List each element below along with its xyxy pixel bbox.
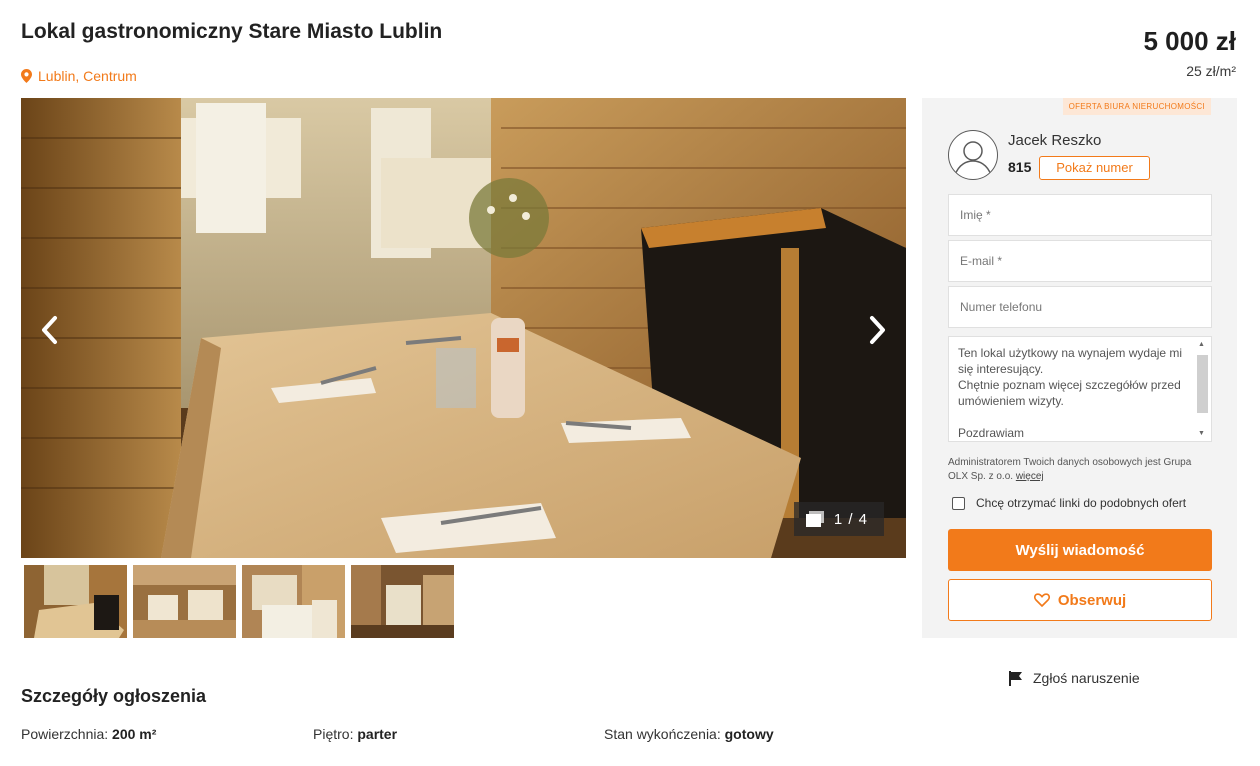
price-per-m2: 25 zł/m²	[1186, 63, 1236, 79]
chevron-right-icon	[870, 316, 885, 344]
heart-icon	[1033, 593, 1050, 607]
message-text: Ten lokal użytkowy na wynajem wydaje mi …	[958, 346, 1183, 440]
photo-counter-text: 1 / 4	[833, 510, 868, 528]
user-icon	[954, 141, 992, 176]
avatar	[948, 130, 998, 180]
flag-icon	[1009, 670, 1022, 686]
detail-area: Powierzchnia: 200 m²	[21, 726, 156, 742]
photo-gallery[interactable]: 1 / 4	[21, 98, 906, 558]
similar-offers-option[interactable]: Chcę otrzymać linki do podobnych ofert	[952, 496, 1186, 510]
thumbnail-3[interactable]	[242, 565, 345, 638]
follow-label: Obserwuj	[1057, 591, 1127, 609]
scroll-up-icon[interactable]: ▲	[1198, 341, 1205, 348]
finish-value: gotowy	[724, 726, 774, 742]
send-message-button[interactable]: Wyślij wiadomość	[948, 529, 1212, 571]
location-text: Lublin, Centrum	[38, 68, 137, 84]
privacy-notice: Administratorem Twoich danych osobowych …	[948, 456, 1214, 484]
photos-icon	[805, 511, 824, 527]
message-textarea[interactable]: Ten lokal użytkowy na wynajem wydaje mi …	[948, 336, 1212, 442]
show-number-button[interactable]: Pokaż numer	[1039, 156, 1150, 180]
agent-phone-prefix: 815	[1008, 159, 1032, 175]
finish-label: Stan wykończenia:	[604, 726, 721, 742]
price: 5 000 zł	[1143, 26, 1236, 56]
similar-offers-checkbox[interactable]	[952, 496, 965, 510]
thumbnail-2[interactable]	[133, 565, 236, 638]
detail-floor: Piętro: parter	[313, 726, 397, 742]
thumbnail-4[interactable]	[351, 565, 454, 638]
contact-panel: OFERTA BIURA NIERUCHOMOŚCI Jacek Reszko …	[922, 98, 1237, 638]
report-violation-link[interactable]: Zgłoś naruszenie	[1009, 670, 1140, 686]
similar-offers-label: Chcę otrzymać linki do podobnych ofert	[976, 496, 1187, 510]
thumbnail-strip	[24, 565, 454, 638]
main-photo	[21, 98, 906, 558]
next-photo-button[interactable]	[858, 310, 898, 350]
report-label: Zgłoś naruszenie	[1033, 670, 1140, 686]
follow-button[interactable]: Obserwuj	[948, 579, 1212, 621]
details-heading: Szczegóły ogłoszenia	[21, 686, 207, 706]
email-field[interactable]: E-mail *	[948, 240, 1212, 282]
listing-title: Lokal gastronomiczny Stare Miasto Lublin	[21, 20, 443, 43]
photo-counter: 1 / 4	[793, 502, 884, 536]
privacy-more-link[interactable]: więcej	[1016, 471, 1044, 482]
scrollbar-thumb[interactable]	[1197, 355, 1208, 413]
floor-label: Piętro:	[313, 726, 354, 742]
privacy-text: Administratorem Twoich danych osobowych …	[948, 457, 1192, 482]
area-value: 200 m²	[112, 726, 157, 742]
listing-location[interactable]: Lublin, Centrum	[21, 68, 137, 84]
agent-name[interactable]: Jacek Reszko	[1008, 132, 1101, 149]
detail-finish: Stan wykończenia: gotowy	[604, 726, 774, 742]
agency-offer-badge: OFERTA BIURA NIERUCHOMOŚCI	[1062, 98, 1211, 115]
previous-photo-button[interactable]	[29, 310, 69, 350]
floor-value: parter	[357, 726, 398, 742]
scroll-down-icon[interactable]: ▼	[1198, 430, 1205, 437]
message-scrollbar[interactable]: ▲ ▼	[1196, 339, 1209, 439]
chevron-left-icon	[42, 316, 57, 344]
name-field[interactable]: Imię *	[948, 194, 1212, 236]
thumbnail-1[interactable]	[24, 565, 127, 638]
area-label: Powierzchnia:	[21, 726, 109, 742]
phone-field[interactable]: Numer telefonu	[948, 286, 1212, 328]
map-pin-icon	[21, 69, 32, 83]
